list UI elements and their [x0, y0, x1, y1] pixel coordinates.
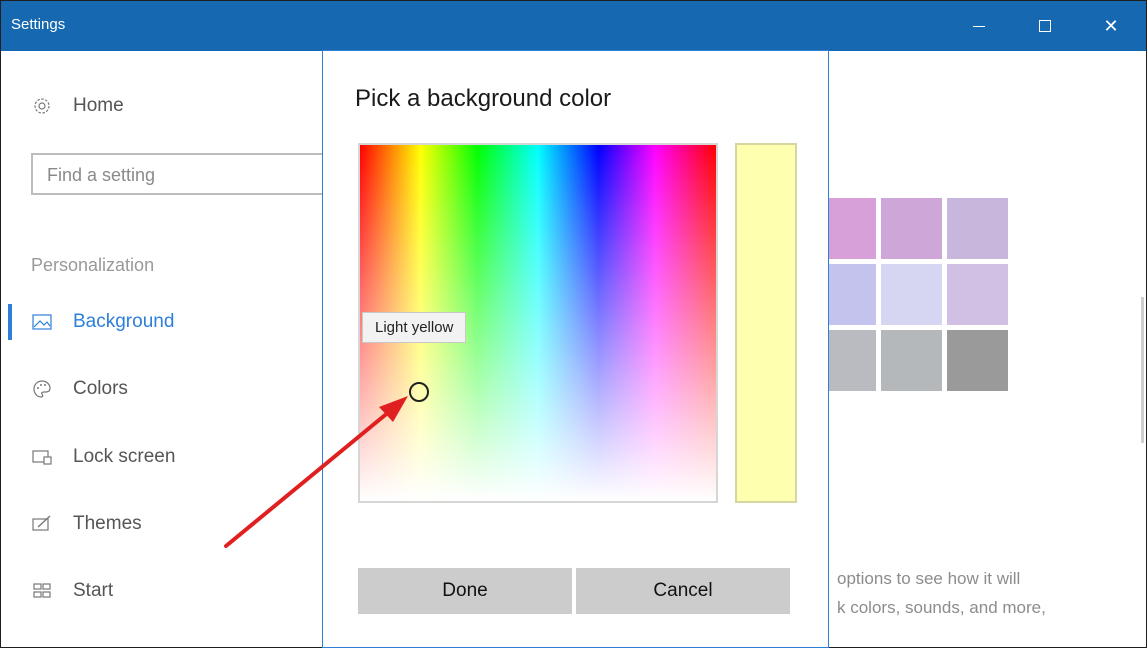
- annotation-arrow: [224, 396, 408, 548]
